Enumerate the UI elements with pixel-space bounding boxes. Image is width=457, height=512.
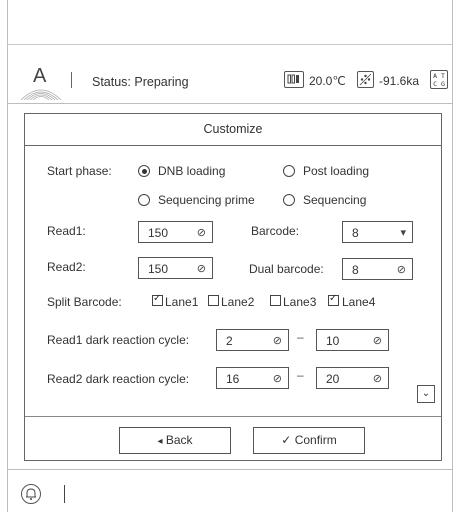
status-divider <box>7 103 453 104</box>
chevron-down-icon[interactable]: ▾ <box>400 226 406 239</box>
start-phase-label: Start phase: <box>47 164 112 178</box>
pressure-value: -91.6ka <box>379 74 420 88</box>
stepper-icon[interactable]: ⊘ <box>197 262 206 275</box>
read1-dark-from-stepper[interactable]: 2 ⊘ <box>216 329 289 351</box>
stepper-icon[interactable]: ⊘ <box>197 226 206 239</box>
pressure-icon <box>357 71 374 88</box>
lane2-checkbox[interactable] <box>208 295 219 306</box>
back-button-label: Back <box>165 433 193 447</box>
stepper-icon[interactable]: ⊘ <box>273 372 282 385</box>
radio-sequencing-prime-label[interactable]: Sequencing prime <box>158 193 255 207</box>
dialog-footer-divider <box>25 416 441 417</box>
radio-sequencing-prime[interactable] <box>138 194 150 206</box>
radio-dnb-loading[interactable] <box>138 165 150 177</box>
barcode-value: 8 <box>352 226 359 240</box>
range-dash: – <box>297 368 304 382</box>
barcode-label: Barcode: <box>251 224 300 238</box>
radio-post-loading[interactable] <box>283 165 295 177</box>
read2-dark-to-stepper[interactable]: 20 ⊘ <box>316 367 389 389</box>
thermometer-icon <box>284 71 304 88</box>
read1-label: Read1: <box>47 224 86 238</box>
read2-dark-from-value: 16 <box>226 372 240 386</box>
lane3-checkbox[interactable] <box>270 295 281 306</box>
stepper-icon[interactable]: ⊘ <box>373 334 382 347</box>
customize-dialog: Customize Start phase: DNB loading Post … <box>24 113 442 461</box>
lane1-label[interactable]: Lane1 <box>165 295 198 309</box>
bases-bottom: C G <box>433 80 445 88</box>
lane4-label[interactable]: Lane4 <box>342 295 375 309</box>
read1-dark-to-stepper[interactable]: 10 ⊘ <box>316 329 389 351</box>
top-divider <box>7 44 453 45</box>
lane1-checkbox[interactable]: ✓ <box>152 293 163 306</box>
bell-icon[interactable] <box>21 484 41 504</box>
radio-sequencing[interactable] <box>283 194 295 206</box>
bottom-separator <box>64 485 65 503</box>
confirm-button[interactable]: ✓ Confirm <box>253 427 365 454</box>
lane4-checkbox[interactable]: ✓ <box>328 293 339 306</box>
dual-barcode-stepper[interactable]: 8 ⊘ <box>342 258 413 280</box>
dual-barcode-label: Dual barcode: <box>249 262 324 276</box>
status-text: Status: Preparing <box>92 75 189 89</box>
bottom-divider <box>7 469 453 470</box>
radio-dnb-loading-label[interactable]: DNB loading <box>158 164 225 178</box>
status-bar: A Status: Preparing 20.0℃ -91.6ka A T C … <box>7 66 453 102</box>
read2-stepper[interactable]: 150 ⊘ <box>138 257 213 279</box>
confirm-button-label: Confirm <box>294 433 337 447</box>
back-button[interactable]: ◂ Back <box>119 427 231 454</box>
status-separator <box>71 72 72 88</box>
bell-glyph-icon <box>26 488 36 500</box>
check-tick-icon: ✓ <box>329 293 338 304</box>
lane3-label[interactable]: Lane3 <box>283 295 316 309</box>
sequencing-bases-icon: A T C G <box>430 70 448 89</box>
read1-value: 150 <box>148 226 169 240</box>
read1-dark-to-value: 10 <box>326 334 340 348</box>
lane2-label[interactable]: Lane2 <box>221 295 254 309</box>
read2-dark-from-stepper[interactable]: 16 ⊘ <box>216 367 289 389</box>
read2-value: 150 <box>148 262 169 276</box>
confirm-check-icon: ✓ <box>281 433 292 447</box>
scroll-down-button[interactable]: ⌄ <box>417 385 435 403</box>
stepper-icon[interactable]: ⊘ <box>373 372 382 385</box>
chevron-down-icon: ⌄ <box>421 388 431 399</box>
barcode-select[interactable]: 8 ▾ <box>342 221 413 243</box>
radio-sequencing-label[interactable]: Sequencing <box>303 193 366 207</box>
stepper-icon[interactable]: ⊘ <box>273 334 282 347</box>
bases-top: A T <box>433 72 445 80</box>
range-dash: – <box>297 330 304 344</box>
dual-barcode-value: 8 <box>352 263 359 277</box>
split-barcode-label: Split Barcode: <box>47 295 122 309</box>
read1-dark-label: Read1 dark reaction cycle: <box>47 333 190 347</box>
back-arrow-icon: ◂ <box>157 436 163 447</box>
read1-dark-from-value: 2 <box>226 334 233 348</box>
logo: A <box>19 66 63 100</box>
stepper-icon[interactable]: ⊘ <box>397 263 406 276</box>
read2-dark-label: Read2 dark reaction cycle: <box>47 372 190 386</box>
read2-dark-to-value: 20 <box>326 372 340 386</box>
read2-label: Read2: <box>47 260 86 274</box>
read1-stepper[interactable]: 150 ⊘ <box>138 221 213 243</box>
check-tick-icon: ✓ <box>153 293 162 304</box>
logo-letter: A <box>33 66 47 87</box>
temperature-value: 20.0℃ <box>309 74 346 88</box>
dialog-title: Customize <box>25 114 441 146</box>
radio-post-loading-label[interactable]: Post loading <box>303 164 369 178</box>
